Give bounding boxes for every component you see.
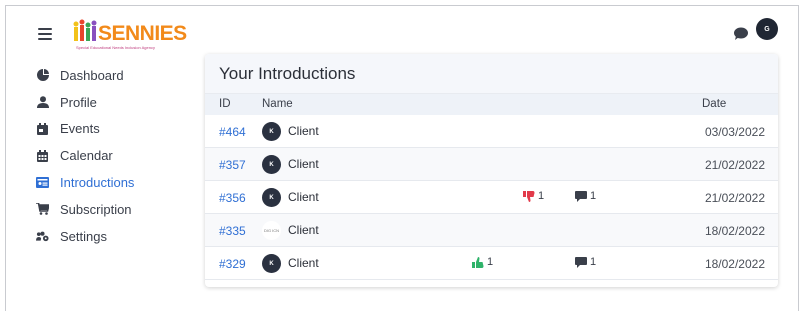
client-avatar: K <box>262 155 281 174</box>
client-name: Client <box>288 223 319 237</box>
introduction-date: 18/02/2022 <box>704 257 765 271</box>
introduction-id-link[interactable]: #357 <box>219 158 246 172</box>
thumbs-down-count: 1 <box>538 190 545 202</box>
sidebar: Dashboard Profile Events Calendar Introd… <box>36 62 196 250</box>
logo-tagline: Special Educational Needs Inclusion Agen… <box>76 45 155 50</box>
top-bar: SENNIES Special Educational Needs Inclus… <box>6 6 798 54</box>
table-row[interactable]: #335 DIG ICN Client 18/02/2022 <box>205 214 778 247</box>
calendar-icon <box>36 149 49 162</box>
app-logo[interactable]: SENNIES Special Educational Needs Inclus… <box>72 17 187 51</box>
comment-icon <box>575 256 587 268</box>
user-icon <box>36 96 49 109</box>
table-row[interactable]: #357 K Client 21/02/2022 <box>205 148 778 181</box>
sidebar-item-calendar[interactable]: Calendar <box>36 142 196 169</box>
introduction-date: 18/02/2022 <box>704 224 765 238</box>
introduction-date: 21/02/2022 <box>704 158 765 172</box>
client-name: Client <box>288 157 319 171</box>
client-name: Client <box>288 256 319 270</box>
calendar-event-icon <box>36 122 49 135</box>
introduction-id-link[interactable]: #335 <box>219 224 246 238</box>
logo-text: SENNIES <box>98 22 187 45</box>
table-row[interactable]: #464 K Client 03/03/2022 <box>205 115 778 148</box>
pie-chart-icon <box>36 69 49 82</box>
client-name: Client <box>288 190 319 204</box>
sidebar-item-introductions[interactable]: Introductions <box>36 169 196 196</box>
sidebar-item-profile[interactable]: Profile <box>36 89 196 116</box>
sidebar-item-label: Calendar <box>60 148 113 164</box>
sidebar-item-label: Introductions <box>60 175 135 191</box>
introductions-table-body: #464 K Client 03/03/2022 #357 K Client 2… <box>205 115 778 280</box>
comment-icon <box>575 190 587 202</box>
introduction-date: 03/03/2022 <box>704 125 765 139</box>
thumbs-down-reaction[interactable]: 1 <box>523 190 544 202</box>
id-card-icon <box>36 176 49 189</box>
introduction-id-link[interactable]: #329 <box>219 257 246 271</box>
comments-count: 1 <box>590 256 597 268</box>
table-row[interactable]: #356 K Client 1 1 21/02/2022 <box>205 181 778 214</box>
column-header-name[interactable]: Name <box>262 98 293 110</box>
column-header-id[interactable]: ID <box>219 98 231 110</box>
comments-reaction[interactable]: 1 <box>575 256 596 268</box>
client-name: Client <box>288 124 319 138</box>
table-header: ID Name Date <box>205 94 778 115</box>
sidebar-item-dashboard[interactable]: Dashboard <box>36 62 196 89</box>
sidebar-item-label: Dashboard <box>60 67 124 83</box>
thumbs-up-reaction[interactable]: 1 <box>472 256 493 268</box>
cart-icon <box>36 203 49 216</box>
client-avatar: K <box>262 254 281 273</box>
sidebar-item-label: Profile <box>60 94 97 110</box>
chat-icon[interactable] <box>733 27 749 41</box>
sidebar-item-subscription[interactable]: Subscription <box>36 196 196 223</box>
sidebar-item-settings[interactable]: Settings <box>36 223 196 250</box>
app-window: SENNIES Special Educational Needs Inclus… <box>5 5 799 311</box>
page-title: Your Introductions <box>205 54 778 94</box>
introduction-date: 21/02/2022 <box>704 191 765 205</box>
column-header-date[interactable]: Date <box>702 98 726 110</box>
client-avatar: K <box>262 188 281 207</box>
sidebar-item-label: Subscription <box>60 201 132 217</box>
introduction-id-link[interactable]: #356 <box>219 191 246 205</box>
users-cog-icon <box>36 230 49 243</box>
table-row[interactable]: #329 K Client 1 1 18/02/2022 <box>205 247 778 280</box>
thumbs-up-icon <box>472 256 484 268</box>
introduction-id-link[interactable]: #464 <box>219 125 246 139</box>
sidebar-item-events[interactable]: Events <box>36 116 196 143</box>
thumbs-down-icon <box>523 190 535 202</box>
comments-reaction[interactable]: 1 <box>575 190 596 202</box>
thumbs-up-count: 1 <box>487 256 494 268</box>
client-avatar: K <box>262 122 281 141</box>
introductions-card: Your Introductions ID Name Date #464 K C… <box>205 54 778 287</box>
user-avatar[interactable]: G <box>756 18 778 40</box>
comments-count: 1 <box>590 190 597 202</box>
menu-toggle-icon[interactable] <box>38 28 52 40</box>
sidebar-item-label: Events <box>60 121 100 137</box>
client-avatar: DIG ICN <box>262 221 281 240</box>
sidebar-item-label: Settings <box>60 228 107 244</box>
